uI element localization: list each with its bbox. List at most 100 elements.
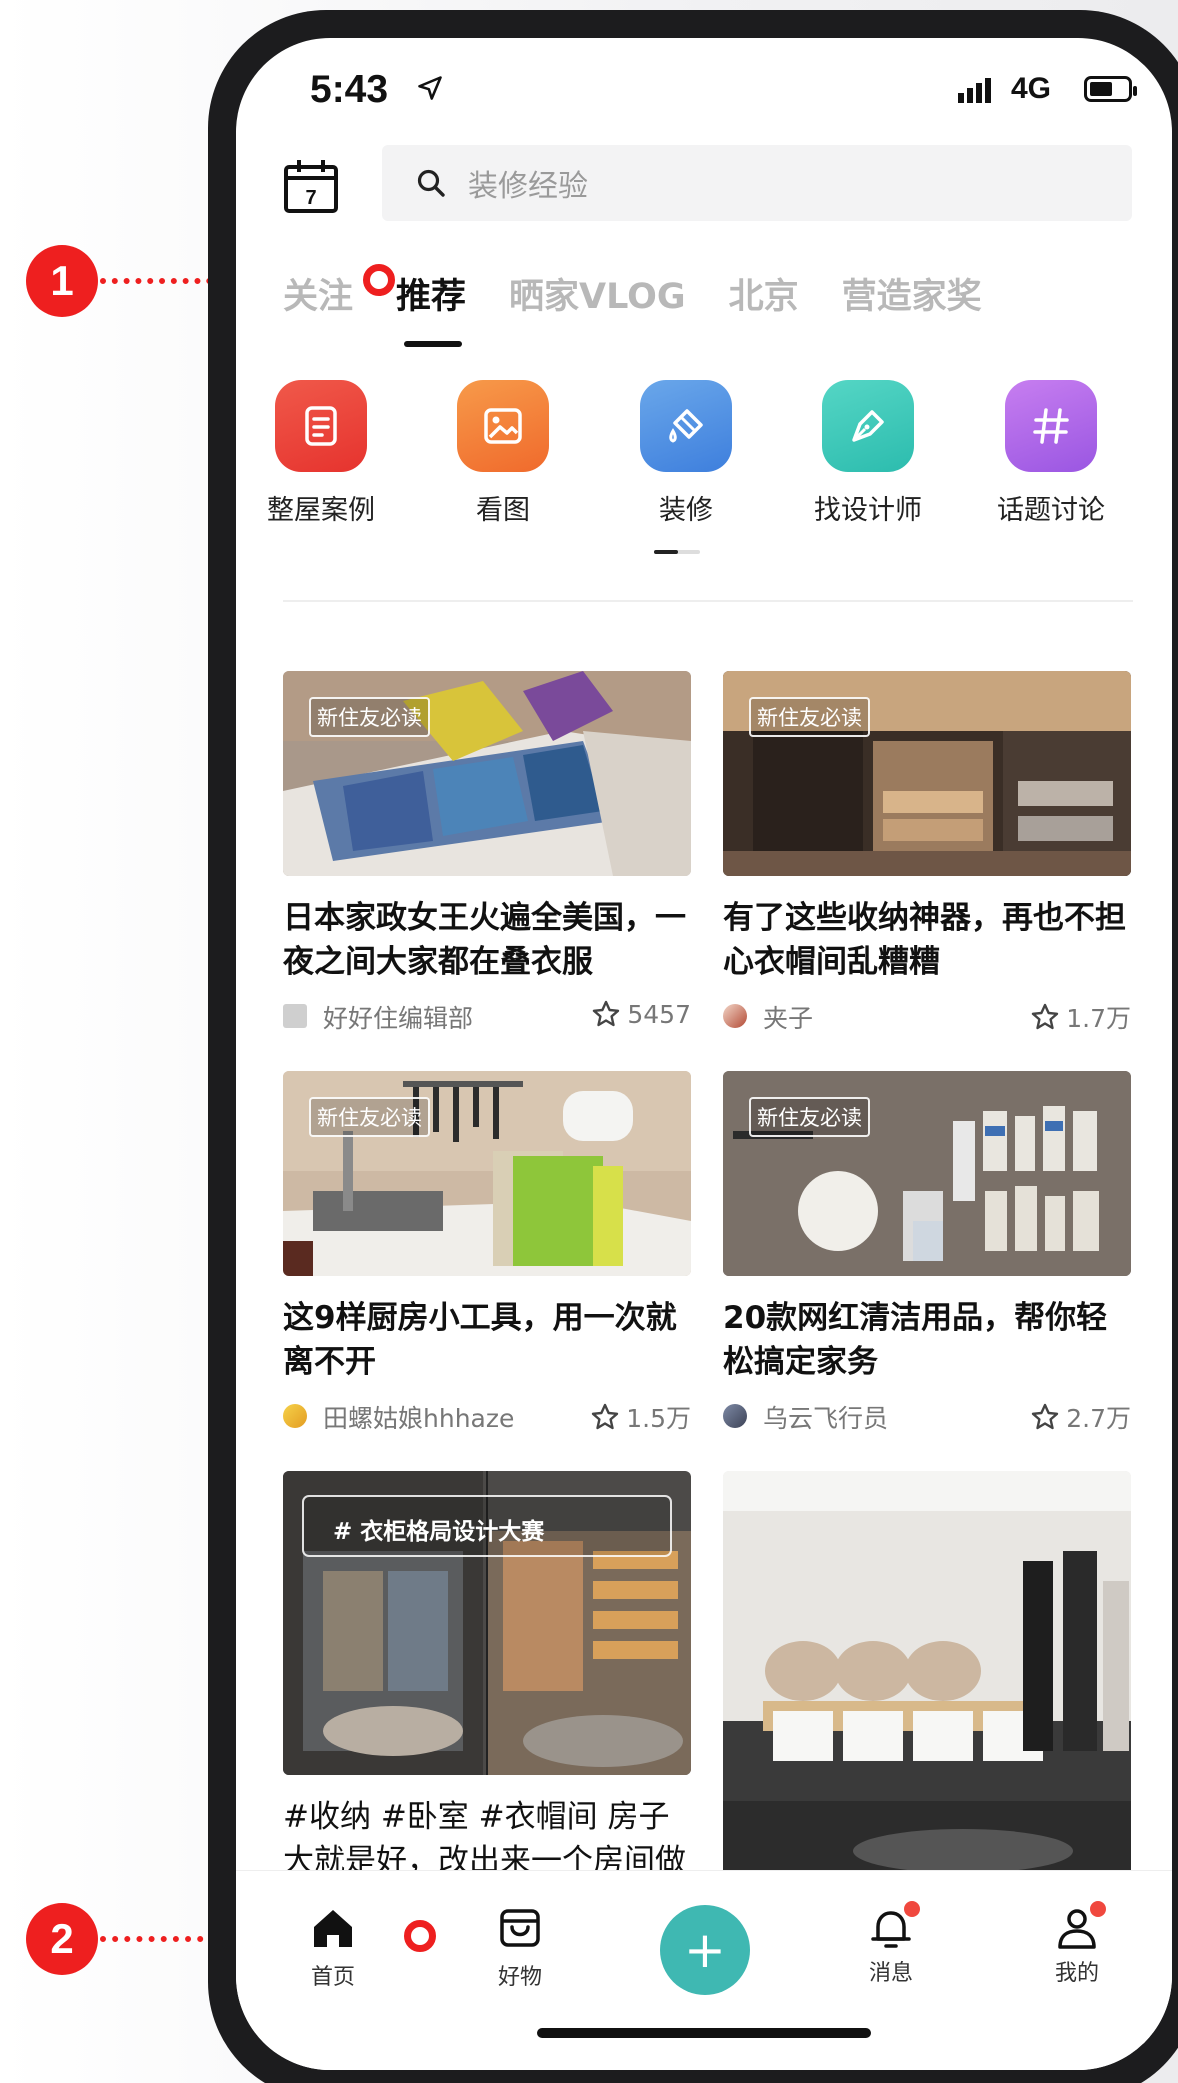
phone-screen: 5:43 4G 7 装修经验 关注 推荐 晒家VLOG 北京 营造家奖 整屋案例… [236,38,1172,2070]
tabbar-mine[interactable]: 我的 [1027,1901,1127,1987]
category-pictures[interactable]: 看图 [428,380,578,527]
card-meta: 夹子 1.7万 [723,996,1131,1036]
card-image[interactable]: # 衣柜格局设计大赛 [283,1471,691,1775]
paint-bucket-icon [640,380,732,472]
card-image[interactable] [723,1471,1131,1870]
author-name[interactable]: 乌云飞行员 [763,1399,888,1435]
notification-badge [904,1901,920,1917]
add-post-button[interactable]: + [660,1905,750,1995]
annotation-marker-2: 2 [26,1903,98,1975]
feed-card-6[interactable] [723,1471,1131,1870]
author-name[interactable]: 夹子 [763,999,813,1035]
star-icon [592,1403,619,1430]
card-image[interactable]: 新住友必读 [283,671,691,876]
category-renovation[interactable]: 装修 [611,380,761,527]
star-icon [1032,1403,1059,1430]
tabbar-goods[interactable]: 好物 [470,1905,570,1991]
card-image[interactable]: 新住友必读 [283,1071,691,1276]
search-placeholder: 装修经验 [468,169,588,204]
author-name[interactable]: 好好住编辑部 [323,999,473,1035]
feed-card-1[interactable]: 新住友必读 日本家政女王火遍全美国，一夜之间大家都在叠衣服 好好住编辑部 545… [283,671,691,1036]
pen-nib-icon [822,380,914,472]
feed-card-4[interactable]: 新住友必读 20款网红清洁用品，帮你轻松搞定家务 乌云飞行员 2.7万 [723,1071,1131,1436]
card-tag: 新住友必读 [309,1097,430,1137]
tab-award[interactable]: 营造家奖 [842,268,982,319]
signal-icon [958,78,991,103]
author-avatar[interactable] [283,1404,307,1428]
category-row: 整屋案例 看图 装修 找设计师 话题讨论 [236,380,1172,540]
tabbar-label: 好物 [497,1965,542,1990]
category-pager [654,550,700,554]
canvas: 1 2 5:43 4G 7 装修经验 关注 推荐 晒家VLOG 北京 营造家奖 … [0,0,1178,2083]
card-tag: 新住友必读 [749,697,870,737]
star-icon [593,1000,620,1027]
tabbar-label: 我的 [1054,1961,1099,1986]
search-bar[interactable]: 装修经验 [382,145,1132,221]
card-title[interactable]: 日本家政女王火遍全美国，一夜之间大家都在叠衣服 [283,896,691,984]
annotation-target-1 [363,264,395,296]
document-icon [275,380,367,472]
card-tag: 新住友必读 [309,697,430,737]
home-indicator[interactable] [537,2028,871,2038]
like-number: 5457 [627,999,691,1029]
like-count[interactable]: 1.5万 [590,1399,691,1435]
card-title[interactable]: 有了这些收纳神器，再也不担心衣帽间乱糟糟 [723,896,1131,984]
like-count[interactable]: 2.7万 [1030,1399,1131,1435]
category-find-designer[interactable]: 找设计师 [793,380,943,527]
shopping-bag-icon [500,1909,540,1947]
like-count[interactable]: 5457 [591,999,691,1029]
like-count[interactable]: 1.7万 [1030,999,1131,1035]
category-label: 整屋案例 [267,495,375,526]
card-meta: 田螺姑娘hhhaze 1.5万 [283,1396,691,1436]
card-meta: 乌云飞行员 2.7万 [723,1396,1131,1436]
like-number: 2.7万 [1066,1404,1131,1433]
category-label: 话题讨论 [997,495,1105,526]
image-icon [457,380,549,472]
battery-icon [1084,76,1137,102]
channel-tabs: 关注 推荐 晒家VLOG 北京 营造家奖 [283,258,1025,347]
status-bar: 5:43 4G [236,38,1172,148]
feed-card-3[interactable]: 新住友必读 这9样厨房小工具，用一次就离不开 田螺姑娘hhhaze 1.5万 [283,1071,691,1436]
feed-card-5[interactable]: # 衣柜格局设计大赛 #收纳 #卧室 #衣帽间 房子大就是好，改出来一个房间做衣 [283,1471,691,1883]
home-icon [314,1910,352,1947]
card-image[interactable]: 新住友必读 [723,671,1131,876]
network-type: 4G [1011,72,1052,105]
annotation-marker-1: 1 [26,245,98,317]
calendar-icon[interactable]: 7 [283,158,339,214]
calendar-day: 7 [305,187,316,209]
feed-card-2[interactable]: 新住友必读 有了这些收纳神器，再也不担心衣帽间乱糟糟 夹子 1.7万 [723,671,1131,1036]
star-icon [1032,1003,1059,1030]
author-avatar[interactable] [723,1004,747,1028]
card-tag: 新住友必读 [749,1097,870,1137]
category-topics[interactable]: 话题讨论 [976,380,1126,527]
tabbar-home[interactable]: 首页 [283,1905,383,1991]
user-icon [1054,1901,1106,1951]
card-image[interactable]: 新住友必读 [723,1071,1131,1276]
divider [283,600,1133,602]
location-arrow-icon [418,76,442,100]
tab-vlog[interactable]: 晒家VLOG [509,268,686,319]
author-name[interactable]: 田螺姑娘hhhaze [323,1399,514,1435]
card-title[interactable]: 这9样厨房小工具，用一次就离不开 [283,1296,691,1384]
card-meta: 好好住编辑部 5457 [283,996,691,1036]
status-time: 5:43 [310,68,389,111]
like-number: 1.5万 [626,1404,691,1433]
like-number: 1.7万 [1066,1004,1131,1033]
annotation-target-2 [404,1920,436,1952]
card-tag: # 衣柜格局设计大赛 [333,1519,545,1545]
tab-recommend[interactable]: 推荐 [396,268,466,347]
category-label: 看图 [476,495,530,526]
tab-beijing[interactable]: 北京 [729,268,799,319]
author-avatar[interactable] [723,1404,747,1428]
author-avatar[interactable] [283,1004,307,1028]
tabbar-label: 首页 [310,1965,355,1990]
card-title[interactable]: 20款网红清洁用品，帮你轻松搞定家务 [723,1296,1131,1384]
hashtag-icon [1005,380,1097,472]
notification-badge [1090,1901,1106,1917]
category-label: 找设计师 [814,495,922,526]
bell-icon [868,1901,920,1951]
tabbar-messages[interactable]: 消息 [841,1901,941,1987]
category-label: 装修 [659,495,713,526]
category-whole-house[interactable]: 整屋案例 [246,380,396,527]
tab-follow[interactable]: 关注 [283,268,353,319]
